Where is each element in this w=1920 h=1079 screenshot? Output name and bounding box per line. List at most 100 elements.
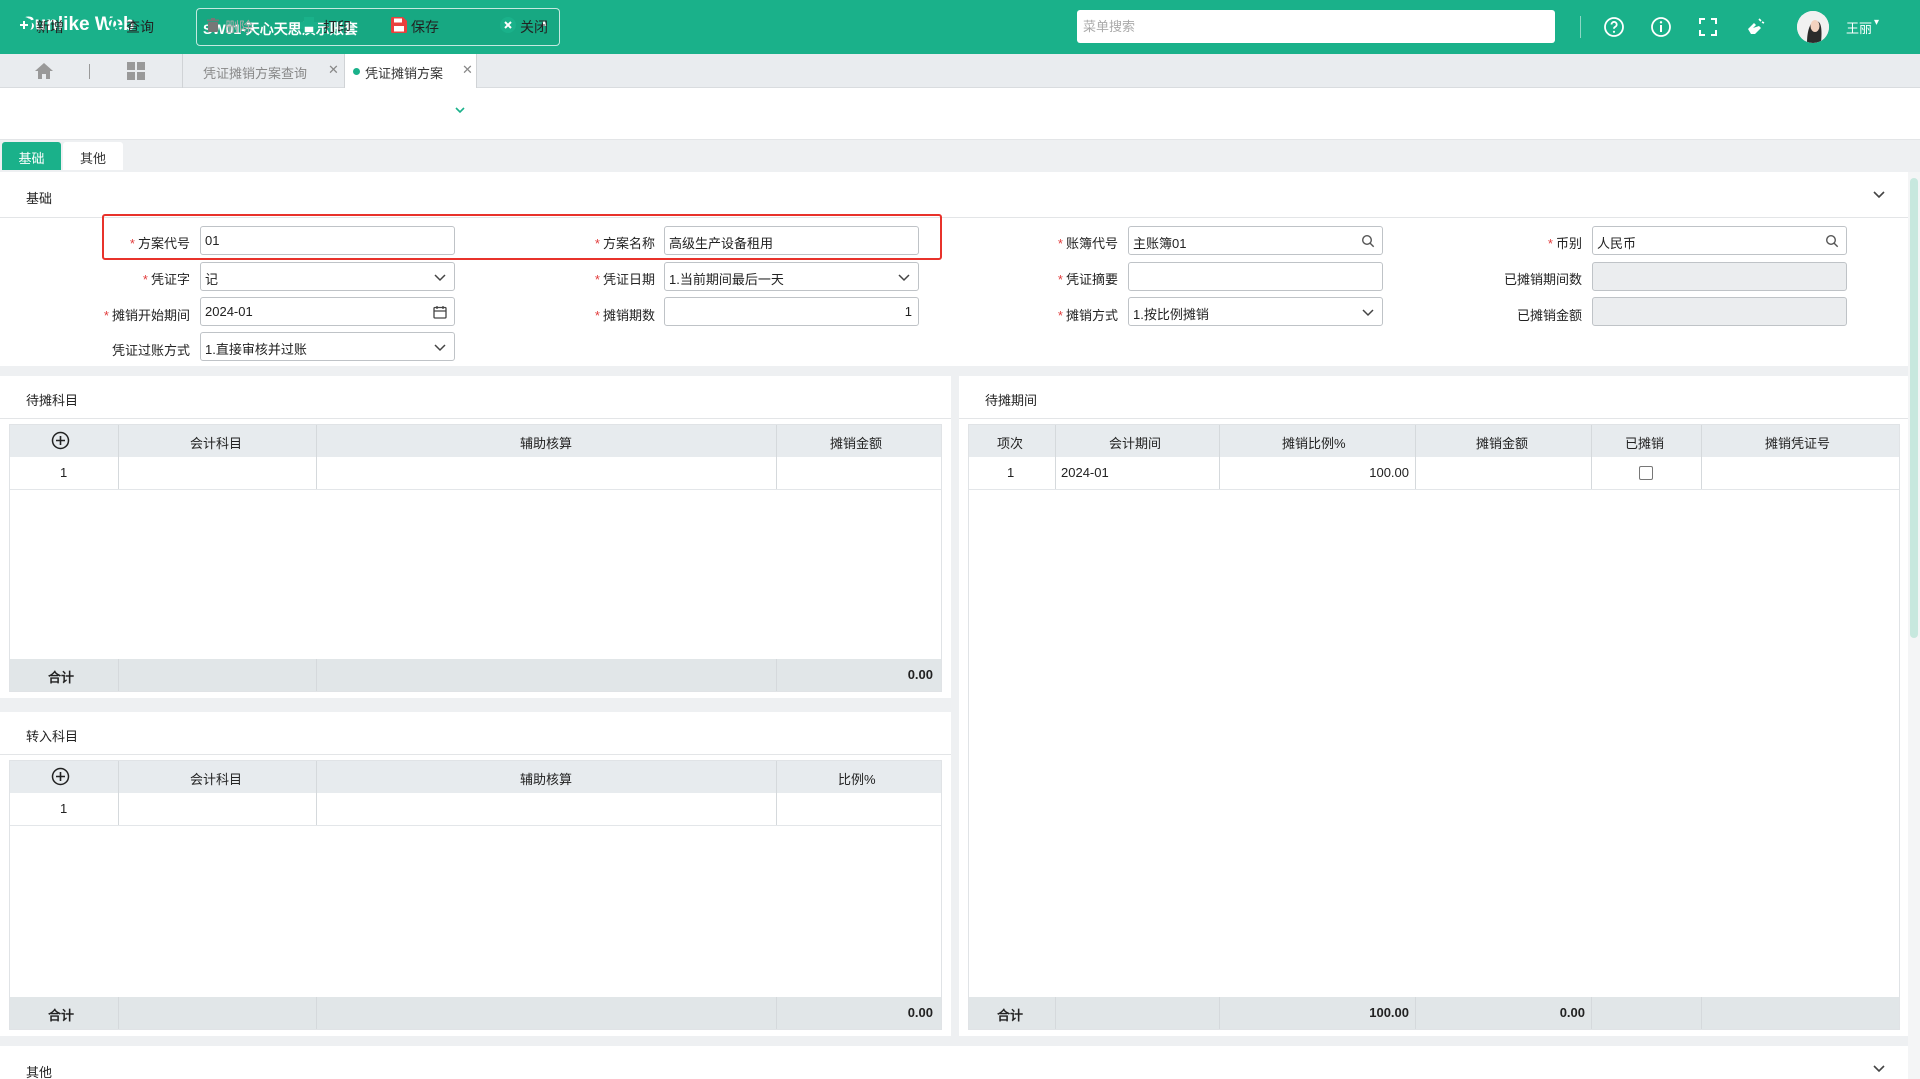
search-icon[interactable]	[1825, 234, 1839, 248]
new-button-label: 新增	[36, 19, 64, 35]
user-name[interactable]: 王丽	[1846, 18, 1872, 37]
panel-title: 转入科目	[26, 729, 79, 744]
grid-divider	[776, 761, 777, 825]
print-button-label: 打印	[323, 19, 351, 35]
scrollbar-thumb[interactable]	[1910, 178, 1918, 638]
home-icon[interactable]	[34, 62, 54, 80]
grid-row-divider	[969, 489, 1899, 490]
chevron-down-icon	[1362, 309, 1374, 317]
voucher-date-select[interactable]: 1.当前期间最后一天	[664, 262, 919, 291]
voucher-type-select[interactable]: 记	[200, 262, 455, 291]
hand-wave-icon[interactable]	[1743, 15, 1767, 39]
delete-button-label: 删除	[225, 19, 253, 35]
grid-divider	[1701, 997, 1702, 1029]
method-label: * 摊销方式	[1057, 308, 1118, 323]
page-scrollbar[interactable]	[1908, 172, 1920, 1079]
panel-divider	[0, 418, 951, 419]
delete-button[interactable]: 删除	[205, 14, 265, 38]
panel-divider	[959, 418, 1908, 419]
posting-mode-label: 凭证过账方式	[111, 343, 190, 358]
chevron-down-icon[interactable]	[1872, 1064, 1886, 1074]
fullscreen-icon[interactable]	[1696, 15, 1720, 39]
add-row-icon[interactable]	[51, 431, 70, 450]
menu-search-input[interactable]	[1077, 10, 1555, 43]
search-icon[interactable]	[1361, 234, 1375, 248]
grid-footer	[969, 997, 1899, 1029]
search-icon	[106, 17, 122, 33]
column-header: 会计科目	[190, 772, 243, 787]
ledger-code-input[interactable]: 主账簿01	[1128, 226, 1383, 255]
active-dot-icon	[353, 68, 360, 75]
grid-divider	[776, 425, 777, 489]
posting-mode-select[interactable]: 1.直接审核并过账	[200, 332, 455, 361]
save-dropdown-chevron-icon[interactable]	[454, 104, 466, 116]
grid-divider	[1701, 425, 1702, 489]
new-button[interactable]: 新增	[16, 14, 76, 38]
panel-divider	[0, 754, 951, 755]
total-amount: 0.00	[907, 1005, 933, 1020]
grid-divider	[118, 997, 119, 1029]
caret-down-icon[interactable]: ▾	[1874, 17, 1879, 28]
period-count-input[interactable]: 1	[664, 297, 919, 326]
app-grid-icon[interactable]	[127, 62, 145, 80]
grid-divider	[1219, 997, 1220, 1029]
close-icon[interactable]: ✕	[462, 62, 473, 78]
amortized-amount-field	[1592, 297, 1847, 326]
section-title: 其他	[26, 1065, 53, 1079]
calendar-icon[interactable]	[433, 305, 447, 319]
pending-subjects-grid: 会计科目 辅助核算 摊销金额 1 合计 0.00	[9, 424, 942, 692]
method-select[interactable]: 1.按比例摊销	[1128, 297, 1383, 326]
form-tab-other[interactable]: 其他	[63, 142, 123, 170]
printer-icon	[300, 17, 318, 33]
amortized-checkbox[interactable]	[1639, 466, 1653, 480]
row-period: 2024-01	[1061, 465, 1109, 480]
grid-divider	[1055, 997, 1056, 1029]
grid-divider	[1219, 425, 1220, 489]
voucher-summary-input[interactable]	[1128, 262, 1383, 291]
chevron-down-icon	[434, 344, 446, 352]
query-button[interactable]: 查询	[106, 14, 166, 38]
close-circle-icon	[500, 17, 516, 33]
close-icon[interactable]: ✕	[328, 62, 339, 78]
toolbar	[0, 88, 1920, 140]
tab-voucher-amortization-query[interactable]: 凭证摊销方案查询 ✕	[182, 54, 344, 88]
tab-separator	[89, 64, 90, 79]
print-button[interactable]: 打印	[300, 14, 360, 38]
grid-divider	[118, 761, 119, 825]
section-header-basic[interactable]: 基础	[0, 172, 1908, 218]
start-period-label: * 摊销开始期间	[103, 308, 190, 323]
chevron-down-icon[interactable]	[1872, 190, 1886, 200]
grid-divider	[316, 425, 317, 489]
section-header-other[interactable]: 其他	[0, 1046, 1908, 1079]
help-icon[interactable]	[1602, 15, 1626, 39]
row-ratio: 100.00	[1369, 465, 1409, 480]
grid-divider	[776, 659, 777, 691]
grid-divider	[118, 425, 119, 489]
panel-title: 待摊期间	[985, 393, 1038, 408]
form-tab-basic[interactable]: 基础	[2, 142, 61, 170]
avatar[interactable]	[1797, 11, 1829, 43]
start-period-input[interactable]: 2024-01	[200, 297, 455, 326]
add-row-icon[interactable]	[51, 767, 70, 786]
query-button-label: 查询	[126, 19, 154, 35]
top-header: Sunlike Web SW01-天心天思演示账套 ▲ 王丽 ▾	[0, 0, 1920, 54]
row-number: 1	[60, 801, 68, 816]
save-button[interactable]: 保存	[391, 14, 451, 38]
total-label: 合计	[48, 1008, 75, 1023]
voucher-type-label: * 凭证字	[142, 272, 190, 287]
column-header: 已摊销	[1625, 436, 1665, 451]
currency-input[interactable]: 人民币	[1592, 226, 1847, 255]
grid-divider	[1415, 425, 1416, 489]
tab-voucher-amortization-plan[interactable]: 凭证摊销方案 ✕	[344, 54, 477, 88]
grid-divider	[776, 997, 777, 1029]
grid-divider	[1415, 997, 1416, 1029]
column-header: 比例%	[838, 772, 876, 787]
close-button[interactable]: 关闭	[500, 14, 560, 38]
grid-divider	[1591, 425, 1592, 489]
grid-row-divider	[10, 489, 941, 490]
column-header: 项次	[997, 436, 1024, 451]
info-icon[interactable]	[1649, 15, 1673, 39]
grid-row-divider	[10, 825, 941, 826]
grid-divider	[1591, 997, 1592, 1029]
voucher-date-label: * 凭证日期	[594, 272, 655, 287]
